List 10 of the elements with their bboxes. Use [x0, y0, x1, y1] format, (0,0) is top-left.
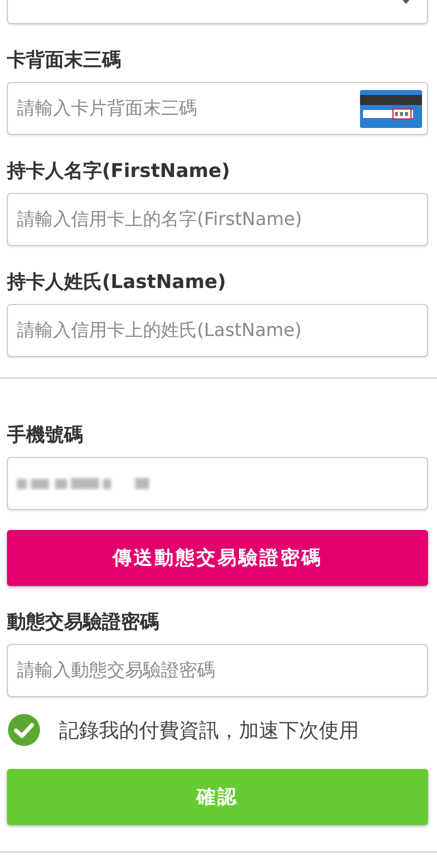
input-field[interactable]: 請輸入信用卡上的姓氏(LastName)	[7, 304, 428, 357]
field-label: 持卡人名字(FirstName)	[7, 159, 232, 183]
send-code-button[interactable]: 傳送動態交易驗證密碼	[7, 530, 428, 586]
field-label: 持卡人姓氏(LastName)	[7, 270, 228, 294]
input-field[interactable]: 請輸入動態交易驗證密碼	[7, 644, 428, 697]
field-label: 動態交易驗證密碼	[7, 610, 160, 634]
field-label: 手機號碼	[7, 423, 84, 447]
checkbox-label: 記錄我的付費資訊，加速下次使用	[59, 716, 359, 744]
field-label: 卡背面末三碼	[7, 48, 122, 72]
input-field[interactable]: 請輸入信用卡上的名字(FirstName)	[7, 193, 428, 246]
